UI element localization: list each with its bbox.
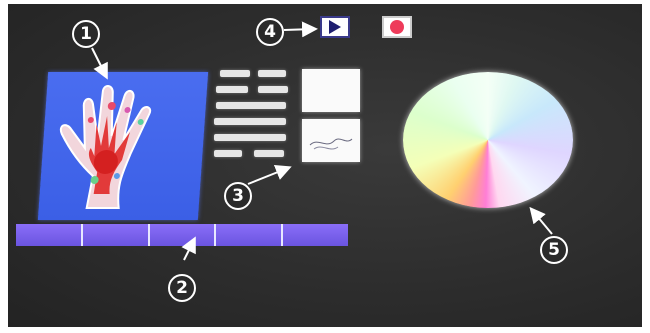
callout-4: 4: [256, 18, 284, 46]
tabletop-display: 1 2 3 4 5: [8, 4, 642, 327]
callout-3: 3: [224, 182, 252, 210]
callout-4-arrow: [283, 21, 318, 38]
callout-5: 5: [540, 236, 568, 264]
callout-arrows: [91, 21, 553, 261]
callout-1-arrow: [91, 47, 108, 80]
callout-1: 1: [72, 20, 100, 48]
callout-2: 2: [168, 274, 196, 302]
callout-3-arrow: [247, 165, 292, 185]
callout-5-arrow: [529, 206, 553, 235]
figure-stage: 1 2 3 4 5: [0, 0, 650, 333]
callout-2-arrow: [181, 236, 196, 261]
